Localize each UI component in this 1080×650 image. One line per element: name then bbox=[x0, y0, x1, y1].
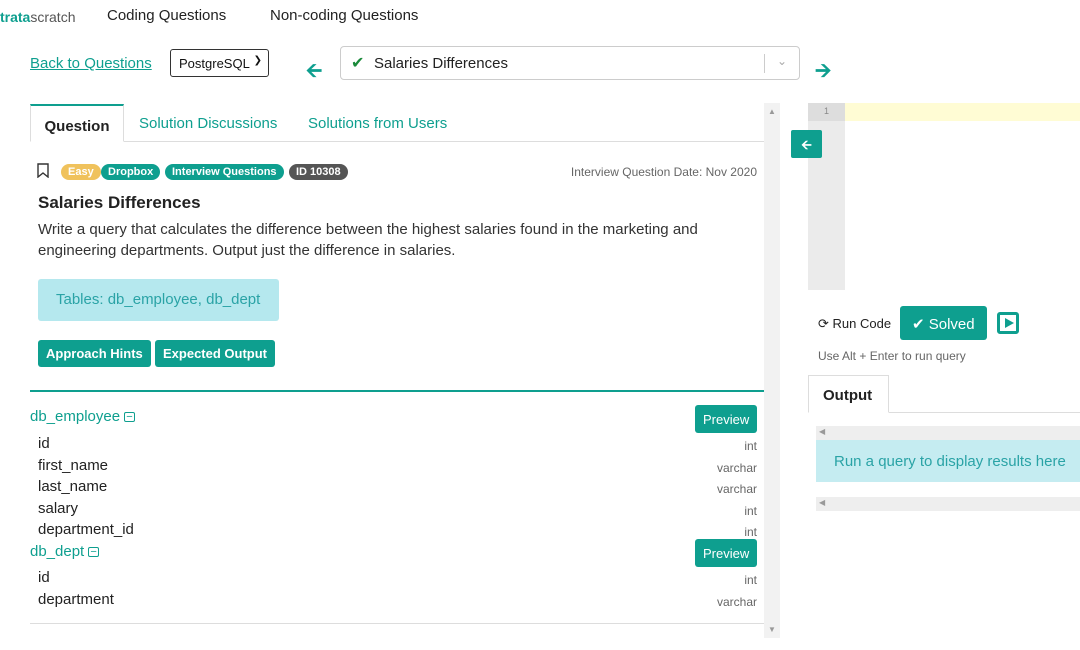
tab-output[interactable]: Output bbox=[808, 375, 889, 413]
category-badge: Interview Questions bbox=[165, 164, 284, 180]
chevron-down-icon: ❯ bbox=[253, 55, 262, 66]
left-panel-scrollbar[interactable]: ▲ ▼ bbox=[764, 103, 780, 638]
difficulty-badge: Easy bbox=[61, 164, 101, 180]
column-type: varchar bbox=[716, 482, 757, 496]
line-number: 1 bbox=[808, 103, 845, 121]
check-icon: ✔ bbox=[912, 316, 925, 333]
active-line-highlight bbox=[845, 103, 1080, 121]
bookmark-icon[interactable] bbox=[37, 163, 49, 183]
tab-solutions-from-users[interactable]: Solutions from Users bbox=[308, 104, 447, 142]
tables-info: Tables: db_employee, db_dept bbox=[38, 279, 279, 321]
collapse-icon[interactable]: − bbox=[88, 547, 99, 558]
column-name: first_name bbox=[38, 457, 109, 474]
shortcut-hint: Use Alt + Enter to run query bbox=[818, 349, 966, 363]
company-badge: Dropbox bbox=[101, 164, 161, 180]
column-name: salary bbox=[38, 500, 79, 517]
refresh-icon: ⟳ bbox=[818, 316, 829, 331]
tab-solution-discussions[interactable]: Solution Discussions bbox=[139, 104, 277, 142]
check-icon: ✔ bbox=[351, 55, 365, 72]
scroll-left-icon[interactable]: ◀ bbox=[819, 427, 825, 436]
output-scrollbar-bottom[interactable]: ◀ bbox=[816, 497, 1080, 511]
brand-logo[interactable]: tratascratch bbox=[0, 9, 75, 25]
column-name: department bbox=[38, 591, 114, 608]
select-separator bbox=[764, 54, 765, 73]
collapse-icon[interactable]: − bbox=[124, 412, 135, 423]
run-code-button[interactable]: ⟳ Run Code bbox=[818, 316, 891, 332]
column-type: int bbox=[744, 504, 757, 518]
column-name: last_name bbox=[38, 478, 108, 495]
column-name: department_id bbox=[38, 521, 134, 538]
scroll-up-icon[interactable]: ▲ bbox=[768, 107, 776, 116]
column-type: varchar bbox=[716, 595, 757, 609]
output-tabs-underline bbox=[889, 412, 1080, 413]
interview-date: Interview Question Date: Nov 2020 bbox=[570, 165, 757, 179]
column-type: int bbox=[744, 439, 757, 453]
scroll-down-icon[interactable]: ▼ bbox=[768, 625, 776, 634]
question-id-badge: ID 10308 bbox=[289, 164, 348, 180]
next-question-arrow-icon[interactable]: 🡪 bbox=[815, 56, 831, 90]
scroll-left-icon[interactable]: ◀ bbox=[819, 498, 825, 507]
panel-bottom-border bbox=[30, 623, 766, 624]
column-name: id bbox=[38, 435, 50, 452]
code-editor[interactable]: 1 bbox=[808, 103, 1080, 290]
tab-question[interactable]: Question bbox=[30, 104, 124, 142]
back-to-questions-link[interactable]: Back to Questions bbox=[30, 55, 152, 72]
nav-non-coding-questions[interactable]: Non-coding Questions bbox=[270, 7, 418, 24]
expected-output-button[interactable]: Expected Output bbox=[155, 340, 276, 367]
question-select-value: Salaries Differences bbox=[374, 55, 508, 72]
nav-coding-questions[interactable]: Coding Questions bbox=[107, 7, 226, 24]
preview-button-db-employee[interactable]: Preview bbox=[695, 405, 757, 433]
section-divider bbox=[30, 390, 766, 392]
column-name: id bbox=[38, 569, 50, 586]
column-type: int bbox=[744, 525, 757, 539]
table-name-db-dept[interactable]: db_dept − bbox=[30, 543, 99, 560]
column-type: varchar bbox=[716, 461, 757, 475]
question-select[interactable]: ✔ Salaries Differences ⌄ bbox=[340, 46, 800, 80]
table-name-db-employee[interactable]: db_employee − bbox=[30, 408, 135, 425]
output-scrollbar-top[interactable]: ◀ bbox=[816, 426, 1080, 440]
question-title: Salaries Differences bbox=[38, 193, 201, 212]
approach-hints-button[interactable]: Approach Hints bbox=[38, 340, 151, 367]
previous-question-arrow-icon[interactable]: 🡨 bbox=[306, 56, 322, 90]
preview-button-db-dept[interactable]: Preview bbox=[695, 539, 757, 567]
language-select-value: PostgreSQL bbox=[179, 56, 250, 71]
chevron-down-icon: ⌄ bbox=[776, 54, 787, 68]
output-message: Run a query to display results here bbox=[816, 440, 1080, 482]
collapse-panel-arrow-icon[interactable]: 🡨 bbox=[791, 130, 822, 158]
solved-button[interactable]: ✔ Solved bbox=[900, 306, 987, 340]
column-type: int bbox=[744, 573, 757, 587]
code-area[interactable] bbox=[845, 121, 1080, 290]
question-description: Write a query that calculates the differ… bbox=[38, 221, 698, 259]
play-icon[interactable] bbox=[997, 312, 1019, 334]
language-select[interactable]: PostgreSQL ❯ bbox=[170, 49, 269, 77]
